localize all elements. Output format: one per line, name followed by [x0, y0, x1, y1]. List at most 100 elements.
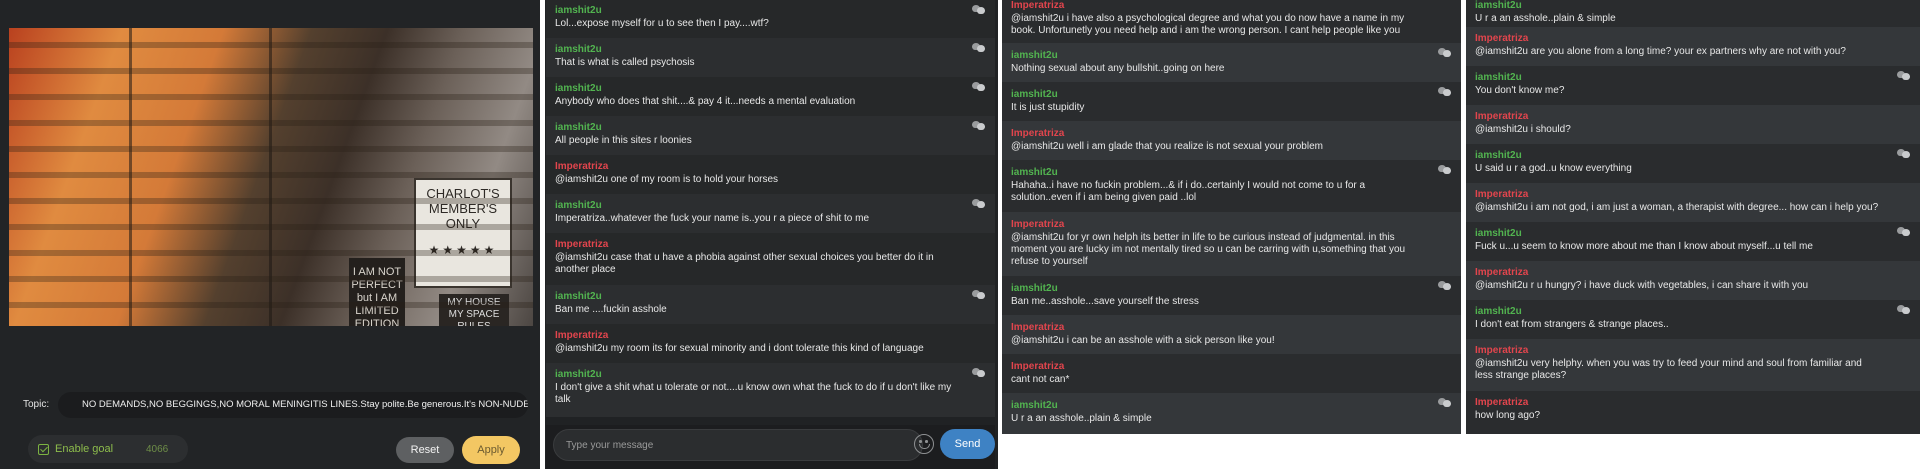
chat-message: iamshit2u You don't know me?: [1466, 66, 1920, 105]
chat-username[interactable]: Imperatriza: [1475, 189, 1882, 200]
private-message-icon[interactable]: [1897, 226, 1910, 237]
chat-message: Imperatriza @iamshit2u well i am glade t…: [1002, 121, 1461, 160]
video-blind-slat: [9, 120, 533, 126]
chat-message-text: That is what is called psychosis: [555, 57, 695, 68]
chat-username[interactable]: Imperatriza: [1011, 322, 1423, 333]
private-message-icon[interactable]: [972, 42, 985, 53]
chat-message: Imperatriza @iamshit2u for yr own helph …: [1002, 212, 1461, 276]
video-blind-slat: [9, 146, 533, 152]
video-sign-members: CHARLOT'S MEMBER'S ONLY ★★★★★: [414, 178, 512, 288]
chat-message: iamshit2u Ban me ....fuckin asshole: [546, 285, 995, 324]
chat-username[interactable]: iamshit2u: [1011, 283, 1423, 294]
send-button[interactable]: Send: [940, 429, 995, 459]
topic-row: Topic: NO DEMANDS,NO BEGGINGS,NO MORAL M…: [11, 390, 528, 420]
chat-username[interactable]: iamshit2u: [555, 291, 957, 302]
chat-message: Imperatriza @iamshit2u i have also a psy…: [1002, 0, 1461, 43]
reset-button[interactable]: Reset: [396, 437, 454, 463]
chat-username[interactable]: Imperatriza: [1011, 361, 1423, 372]
video-blind-slat: [9, 250, 533, 256]
chat-message-text: Anybody who does that shit....& pay 4 it…: [555, 96, 856, 107]
chat-message-text: U r a an asshole..plain & simple: [1475, 13, 1616, 24]
chat-message-text: Ban me ....fuckin asshole: [555, 304, 667, 315]
private-message-icon[interactable]: [972, 120, 985, 131]
chat-message-text: @iamshit2u case that u have a phobia aga…: [555, 252, 934, 275]
chat-username[interactable]: Imperatriza: [1011, 0, 1423, 11]
chat-message-text: Hahaha..i have no fuckin problem...& if …: [1011, 180, 1366, 203]
chat-username[interactable]: iamshit2u: [555, 369, 957, 380]
chat-username[interactable]: iamshit2u: [1475, 228, 1882, 239]
chat-message-text: All people in this sites r loonies: [555, 135, 692, 146]
private-message-icon[interactable]: [1438, 397, 1451, 408]
chat-message: iamshit2u U said u r a god..u know every…: [1466, 144, 1920, 183]
private-message-icon[interactable]: [972, 198, 985, 209]
chat-username[interactable]: Imperatriza: [1475, 267, 1882, 278]
chat-username[interactable]: iamshit2u: [555, 5, 957, 16]
private-message-icon[interactable]: [972, 289, 985, 300]
pm-bubble-front: [1443, 50, 1451, 57]
chat-username[interactable]: iamshit2u: [555, 44, 957, 55]
chat-username[interactable]: iamshit2u: [1475, 0, 1882, 11]
apply-button[interactable]: Apply: [462, 436, 520, 464]
emoji-icon[interactable]: [914, 434, 934, 454]
topic-label: Topic:: [23, 399, 50, 410]
pm-bubble-front: [977, 45, 985, 52]
private-message-icon[interactable]: [1897, 148, 1910, 159]
chat-username[interactable]: Imperatriza: [1011, 219, 1423, 230]
chat-username[interactable]: Imperatriza: [555, 161, 957, 172]
goal-checkbox[interactable]: [38, 444, 49, 455]
chat-message: Imperatriza @iamshit2u i should?: [1466, 105, 1920, 144]
private-message-icon[interactable]: [1438, 164, 1451, 175]
chat-username[interactable]: iamshit2u: [555, 200, 957, 211]
pm-bubble-front: [1443, 400, 1451, 407]
chat-username[interactable]: Imperatriza: [555, 330, 957, 341]
private-message-icon[interactable]: [972, 367, 985, 378]
chat-username[interactable]: iamshit2u: [1475, 150, 1882, 161]
chat-username[interactable]: Imperatriza: [1475, 33, 1882, 44]
chat-username[interactable]: Imperatriza: [555, 239, 957, 250]
chat-message-text: @iamshit2u are you alone from a long tim…: [1475, 46, 1846, 57]
chat-message: iamshit2u Nothing sexual about any bulls…: [1002, 43, 1461, 82]
private-message-icon[interactable]: [1897, 70, 1910, 81]
pm-bubble-front: [1443, 283, 1451, 290]
video-sign-not-perfect-text: I AM NOT PERFECT but I AM LIMITED EDITIO…: [351, 266, 403, 326]
chat-username[interactable]: Imperatriza: [1475, 345, 1882, 356]
webcam-video[interactable]: CHARLOT'S MEMBER'S ONLY ★★★★★ I AM NOT P…: [9, 28, 533, 326]
chat-message-text: @iamshit2u one of my room is to hold you…: [555, 174, 779, 185]
video-blind-slat: [9, 172, 533, 178]
chat-username[interactable]: iamshit2u: [555, 83, 957, 94]
topic-field[interactable]: NO DEMANDS,NO BEGGINGS,NO MORAL MENINGIT…: [58, 392, 528, 418]
private-message-icon[interactable]: [1438, 86, 1451, 97]
enable-goal-label: Enable goal: [55, 443, 114, 455]
chat-username[interactable]: iamshit2u: [1011, 50, 1423, 61]
chat-message-text: U said u r a god..u know everything: [1475, 163, 1632, 174]
chat-message: iamshit2u I don't give a shit what u tol…: [546, 363, 995, 417]
goal-amount[interactable]: 4066: [146, 444, 168, 455]
private-message-icon[interactable]: [972, 81, 985, 92]
pm-bubble-front: [1902, 151, 1910, 158]
chat-username[interactable]: Imperatriza: [1475, 397, 1882, 408]
chat-username[interactable]: iamshit2u: [555, 122, 957, 133]
chat-message-text: You don't know me?: [1475, 85, 1565, 96]
chat-message-input[interactable]: [553, 429, 923, 461]
chat-message-text: @iamshit2u i can be an asshole with a si…: [1011, 335, 1275, 346]
chat-username[interactable]: Imperatriza: [1475, 111, 1882, 122]
chat-message: iamshit2u That is what is called psychos…: [546, 38, 995, 77]
private-message-icon[interactable]: [1897, 304, 1910, 315]
pm-bubble-front: [1902, 307, 1910, 314]
chat-username[interactable]: iamshit2u: [1011, 400, 1423, 411]
chat-message-text: I don't eat from strangers & strange pla…: [1475, 319, 1669, 330]
private-message-icon[interactable]: [1438, 280, 1451, 291]
private-message-icon[interactable]: [1438, 47, 1451, 58]
enable-goal-toggle[interactable]: Enable goal 4066: [28, 435, 188, 463]
broadcaster-panel: CHARLOT'S MEMBER'S ONLY ★★★★★ I AM NOT P…: [0, 0, 540, 469]
chat-message: Imperatriza @iamshit2u r u hungry? i hav…: [1466, 261, 1920, 300]
chat-username[interactable]: iamshit2u: [1475, 72, 1882, 83]
chat-username[interactable]: iamshit2u: [1011, 89, 1423, 100]
chat-panel-1: iamshit2u Lol...expose myself for u to s…: [545, 0, 998, 469]
chat-message: Imperatriza @iamshit2u i can be an assho…: [1002, 315, 1461, 354]
chat-username[interactable]: iamshit2u: [1011, 167, 1423, 178]
private-message-icon[interactable]: [972, 4, 985, 15]
chat-message: iamshit2u U r a an asshole..plain & simp…: [1466, 0, 1920, 27]
chat-username[interactable]: iamshit2u: [1475, 306, 1882, 317]
chat-username[interactable]: Imperatriza: [1011, 128, 1423, 139]
